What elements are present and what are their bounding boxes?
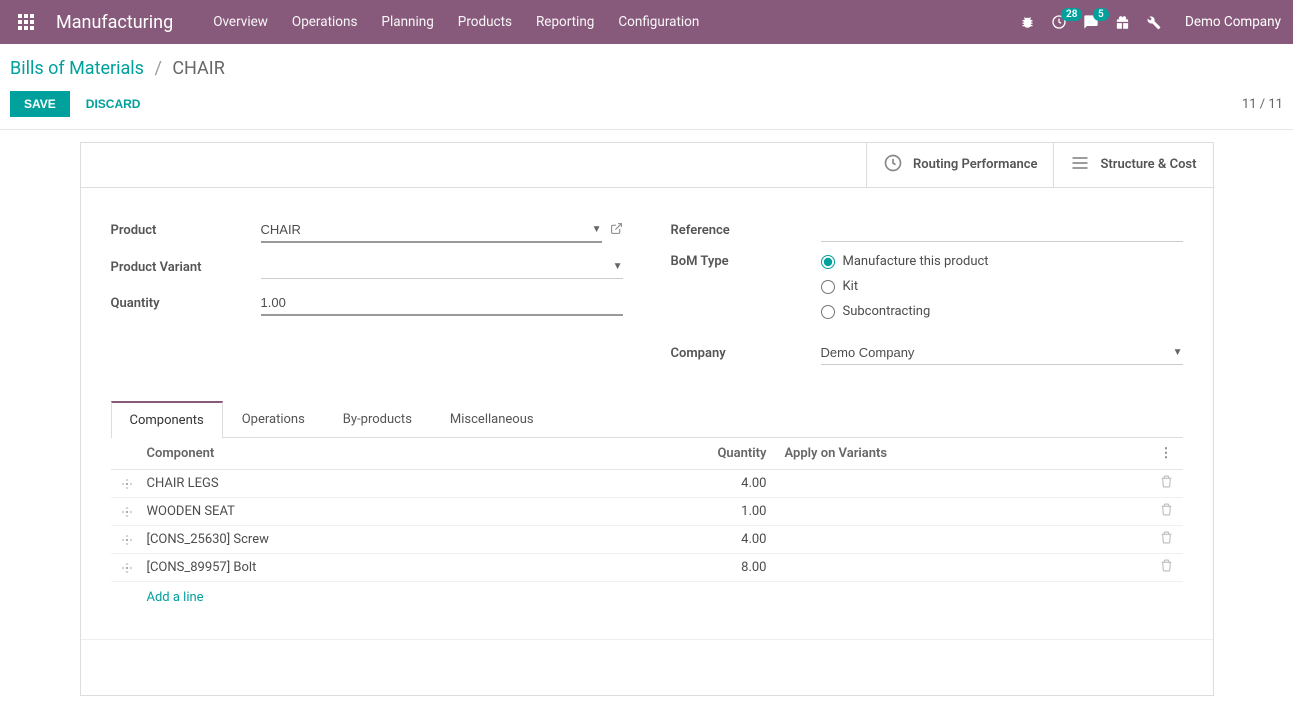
right-column: Reference BoM Type Manufacture this prod… bbox=[671, 218, 1183, 377]
tools-icon[interactable] bbox=[1146, 15, 1161, 30]
product-input[interactable] bbox=[261, 222, 592, 237]
chevron-down-icon[interactable]: ▼ bbox=[613, 261, 623, 272]
actions-row: SAVE DISCARD 11 / 11 bbox=[0, 87, 1293, 130]
drag-handle-icon[interactable] bbox=[121, 506, 147, 518]
components-table: Component Quantity Apply on Variants ⋮ C… bbox=[111, 438, 1183, 609]
company-field[interactable]: ▼ bbox=[821, 341, 1183, 365]
radio-kit[interactable]: Kit bbox=[821, 279, 1183, 294]
reference-input[interactable] bbox=[821, 222, 1183, 237]
menu-products[interactable]: Products bbox=[458, 14, 512, 30]
component-name[interactable]: [CONS_89957] Bolt bbox=[147, 560, 677, 575]
activities-icon[interactable]: 28 bbox=[1051, 14, 1067, 30]
external-link-icon[interactable] bbox=[610, 222, 623, 239]
product-field[interactable]: ▼ bbox=[261, 218, 602, 243]
clock-icon bbox=[883, 153, 903, 177]
messages-badge: 5 bbox=[1093, 8, 1109, 21]
form-sheet: Routing Performance Structure & Cost Pro… bbox=[80, 142, 1214, 696]
chevron-down-icon[interactable]: ▼ bbox=[1173, 347, 1183, 358]
bom-type-group: Manufacture this product Kit Subcontract… bbox=[821, 254, 1183, 329]
table-row[interactable]: [CONS_89957] Bolt 8.00 bbox=[111, 554, 1183, 582]
top-navbar: Manufacturing Overview Operations Planni… bbox=[0, 0, 1293, 44]
notebook: Components Operations By-products Miscel… bbox=[111, 401, 1183, 609]
menu-configuration[interactable]: Configuration bbox=[618, 14, 699, 30]
menu-operations[interactable]: Operations bbox=[292, 14, 358, 30]
label-company: Company bbox=[671, 346, 821, 361]
label-variant: Product Variant bbox=[111, 260, 261, 275]
topbar-right: 28 5 Demo Company bbox=[1020, 14, 1281, 30]
breadcrumb-current: CHAIR bbox=[172, 58, 224, 79]
structure-cost-button[interactable]: Structure & Cost bbox=[1053, 143, 1212, 187]
routing-performance-button[interactable]: Routing Performance bbox=[866, 143, 1054, 187]
table-header: Component Quantity Apply on Variants ⋮ bbox=[111, 438, 1183, 470]
delete-row-icon[interactable] bbox=[1137, 559, 1173, 576]
breadcrumb-sep: / bbox=[154, 58, 161, 79]
stat-buttons: Routing Performance Structure & Cost bbox=[81, 143, 1213, 188]
delete-row-icon[interactable] bbox=[1137, 503, 1173, 520]
component-qty[interactable]: 1.00 bbox=[677, 504, 767, 519]
label-quantity: Quantity bbox=[111, 296, 261, 311]
breadcrumb-root[interactable]: Bills of Materials bbox=[10, 58, 144, 79]
variant-input[interactable] bbox=[261, 259, 613, 274]
table-row[interactable]: CHAIR LEGS 4.00 bbox=[111, 470, 1183, 498]
label-product: Product bbox=[111, 223, 261, 238]
gift-icon[interactable] bbox=[1115, 15, 1130, 30]
chevron-down-icon[interactable]: ▼ bbox=[592, 224, 602, 235]
component-name[interactable]: [CONS_25630] Screw bbox=[147, 532, 677, 547]
company-input[interactable] bbox=[821, 345, 1173, 360]
add-line-link[interactable]: Add a line bbox=[147, 590, 204, 605]
col-variants: Apply on Variants bbox=[767, 446, 1137, 461]
table-row[interactable]: [CONS_25630] Screw 4.00 bbox=[111, 526, 1183, 554]
reference-field[interactable] bbox=[821, 218, 1183, 242]
structure-label: Structure & Cost bbox=[1100, 157, 1196, 173]
component-qty[interactable]: 8.00 bbox=[677, 560, 767, 575]
component-name[interactable]: CHAIR LEGS bbox=[147, 476, 677, 491]
table-row[interactable]: WOODEN SEAT 1.00 bbox=[111, 498, 1183, 526]
component-name[interactable]: WOODEN SEAT bbox=[147, 504, 677, 519]
label-bomtype: BoM Type bbox=[671, 254, 821, 269]
company-name[interactable]: Demo Company bbox=[1185, 14, 1281, 30]
drag-handle-icon[interactable] bbox=[121, 478, 147, 490]
component-qty[interactable]: 4.00 bbox=[677, 476, 767, 491]
tabs: Components Operations By-products Miscel… bbox=[111, 401, 1183, 438]
quantity-field[interactable] bbox=[261, 291, 623, 316]
tab-misc[interactable]: Miscellaneous bbox=[431, 401, 553, 437]
discard-button[interactable]: DISCARD bbox=[86, 97, 141, 111]
tab-byproducts[interactable]: By-products bbox=[324, 401, 431, 437]
save-button[interactable]: SAVE bbox=[10, 91, 70, 117]
variant-field[interactable]: ▼ bbox=[261, 255, 623, 279]
quantity-input[interactable] bbox=[261, 295, 623, 310]
breadcrumb-bar: Bills of Materials / CHAIR bbox=[0, 44, 1293, 87]
menu-planning[interactable]: Planning bbox=[381, 14, 433, 30]
delete-row-icon[interactable] bbox=[1137, 475, 1173, 492]
messages-icon[interactable]: 5 bbox=[1083, 14, 1099, 30]
main-menu: Overview Operations Planning Products Re… bbox=[213, 14, 1020, 30]
radio-manufacture[interactable]: Manufacture this product bbox=[821, 254, 1183, 269]
pager: 11 / 11 bbox=[1242, 97, 1283, 112]
component-qty[interactable]: 4.00 bbox=[677, 532, 767, 547]
list-icon bbox=[1070, 153, 1090, 177]
breadcrumb: Bills of Materials / CHAIR bbox=[10, 58, 1283, 79]
kebab-icon[interactable]: ⋮ bbox=[1160, 446, 1173, 461]
radio-subcontracting[interactable]: Subcontracting bbox=[821, 304, 1183, 319]
col-component: Component bbox=[147, 446, 677, 461]
app-title: Manufacturing bbox=[56, 12, 173, 33]
activities-badge: 28 bbox=[1061, 8, 1082, 21]
menu-reporting[interactable]: Reporting bbox=[536, 14, 594, 30]
routing-label: Routing Performance bbox=[913, 157, 1038, 173]
bug-icon[interactable] bbox=[1020, 15, 1035, 30]
drag-handle-icon[interactable] bbox=[121, 534, 147, 546]
tab-operations[interactable]: Operations bbox=[223, 401, 324, 437]
apps-icon[interactable] bbox=[12, 8, 40, 36]
col-quantity: Quantity bbox=[677, 446, 767, 461]
tab-components[interactable]: Components bbox=[111, 401, 223, 438]
delete-row-icon[interactable] bbox=[1137, 531, 1173, 548]
pager-text[interactable]: 11 / 11 bbox=[1242, 97, 1283, 112]
menu-overview[interactable]: Overview bbox=[213, 14, 268, 30]
left-column: Product ▼ Product Variant bbox=[111, 218, 623, 377]
label-reference: Reference bbox=[671, 223, 821, 238]
drag-handle-icon[interactable] bbox=[121, 562, 147, 574]
